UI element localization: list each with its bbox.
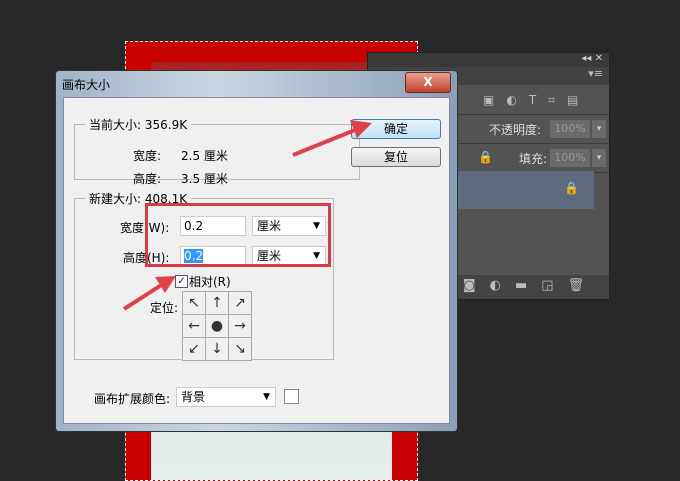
arrow-to-ok xyxy=(292,126,361,157)
annotation-arrows xyxy=(122,120,372,311)
arrowhead-relative xyxy=(155,276,176,293)
arrow-to-relative xyxy=(122,280,168,311)
